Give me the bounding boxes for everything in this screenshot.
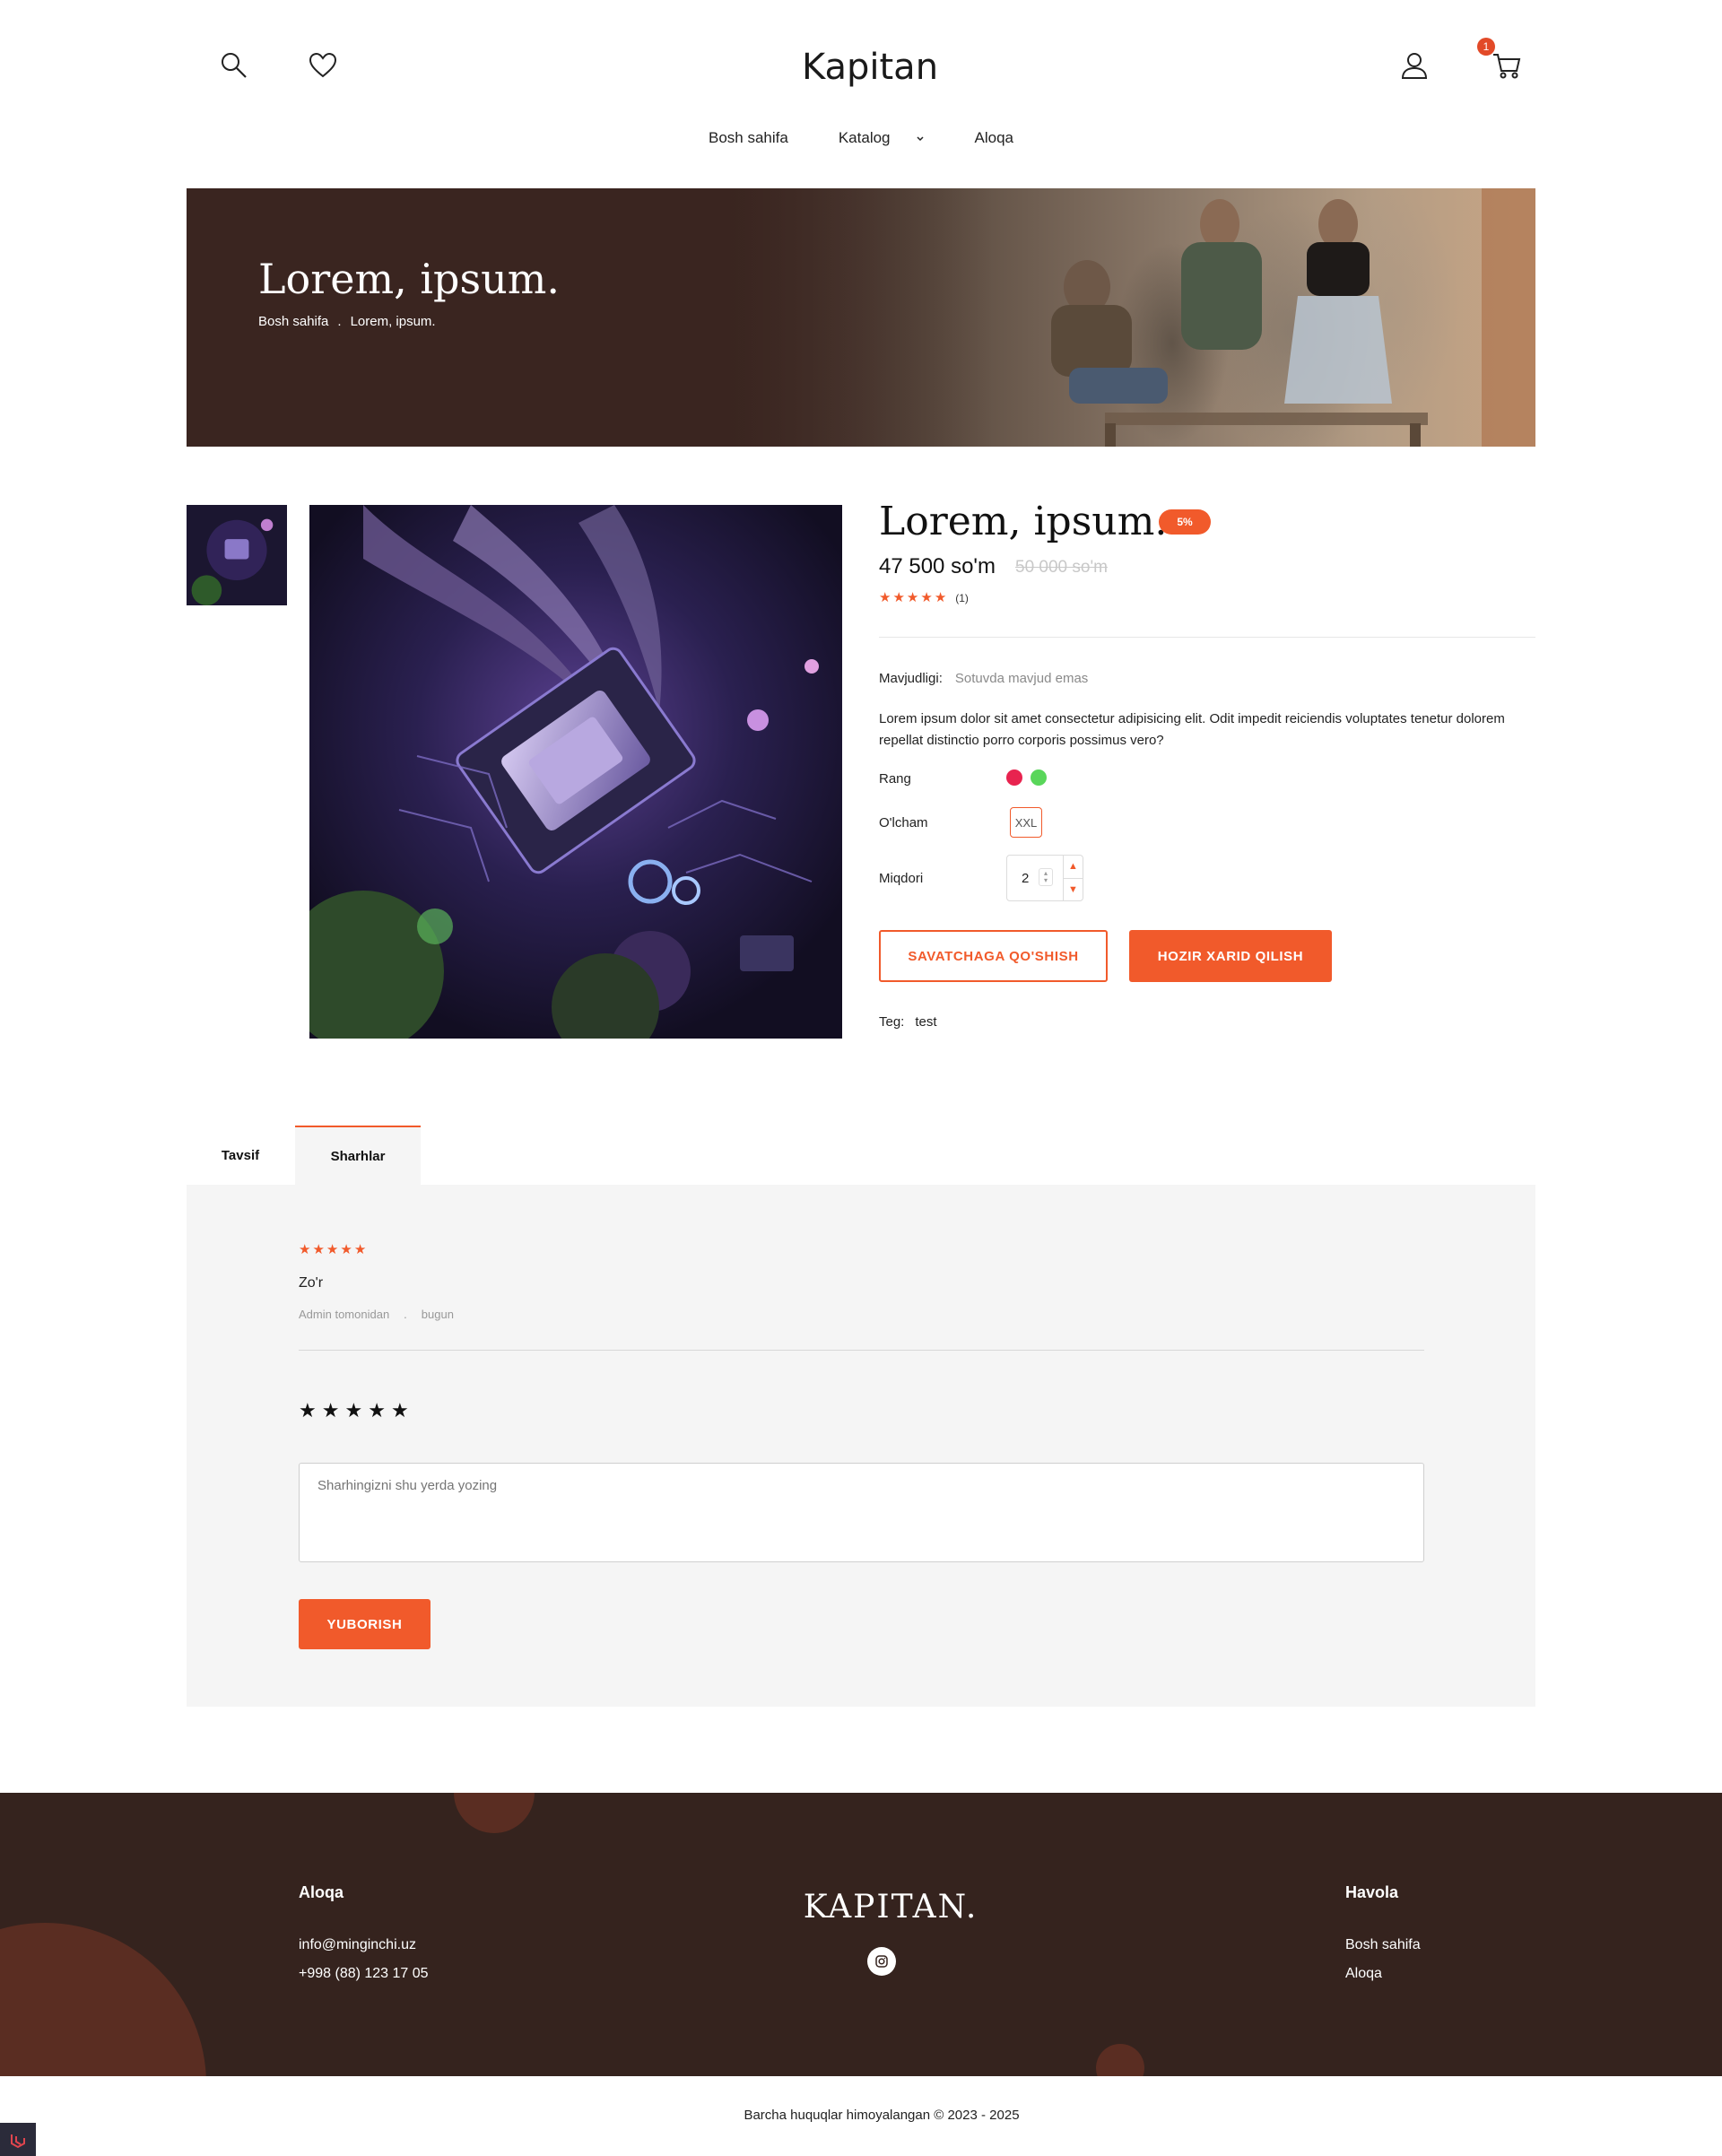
breadcrumb-home[interactable]: Bosh sahifa bbox=[258, 314, 328, 329]
review-text: Zo'r bbox=[299, 1275, 324, 1291]
star-icon: ★ bbox=[920, 590, 933, 605]
footer-logo[interactable]: KAPITAN. bbox=[789, 1889, 992, 1926]
availability: Mavjudligi: Sotuvda mavjud emas bbox=[879, 671, 1088, 686]
page-hero-banner: Lorem, ipsum. Bosh sahifa . Lorem, ipsum… bbox=[187, 188, 1535, 447]
color-label: Rang bbox=[879, 771, 911, 787]
review-date: bugun bbox=[421, 1308, 454, 1321]
divider bbox=[299, 1350, 1424, 1351]
color-swatch-green[interactable] bbox=[1031, 769, 1047, 786]
review-count[interactable]: (1) bbox=[955, 592, 969, 604]
submit-review-button[interactable]: YUBORISH bbox=[299, 1599, 430, 1649]
hero-title: Lorem, ipsum. bbox=[258, 255, 560, 303]
nav-item-catalog[interactable]: Katalog bbox=[839, 129, 925, 147]
user-icon[interactable] bbox=[1399, 50, 1430, 81]
chevron-down-icon bbox=[916, 129, 925, 147]
star-icon: ★ bbox=[906, 590, 919, 605]
footer-phone[interactable]: +998 (88) 123 17 05 bbox=[299, 1966, 429, 1982]
footer-contact-title: Aloqa bbox=[299, 1883, 344, 1901]
product-old-price: 50 000 so'm bbox=[1015, 558, 1108, 577]
review-meta: Admin tomonidan . bugun bbox=[299, 1308, 454, 1321]
tab-reviews[interactable]: Sharhlar bbox=[295, 1126, 421, 1185]
tag-link[interactable]: test bbox=[915, 1014, 936, 1030]
rate-star-2-icon[interactable]: ★ bbox=[322, 1401, 340, 1421]
cart-icon[interactable] bbox=[1491, 50, 1523, 81]
decorative-circle bbox=[454, 1793, 535, 1833]
nav-item-label: Aloqa bbox=[974, 129, 1013, 146]
footer-links-title: Havola bbox=[1345, 1883, 1399, 1901]
star-icon: ★ bbox=[879, 590, 891, 605]
instagram-icon[interactable] bbox=[867, 1947, 896, 1976]
tag-label: Teg: bbox=[879, 1014, 905, 1030]
review-rating: ★ ★ ★ ★ ★ bbox=[299, 1243, 366, 1256]
product-rating: ★ ★ ★ ★ ★ (1) bbox=[879, 591, 969, 604]
rate-star-1-icon[interactable]: ★ bbox=[299, 1401, 317, 1421]
color-swatch-red[interactable] bbox=[1006, 769, 1022, 786]
footer bbox=[0, 1793, 1722, 2076]
product-price: 47 500 so'm bbox=[879, 554, 996, 578]
decorative-circle bbox=[0, 1923, 206, 2076]
footer-link-home[interactable]: Bosh sahifa bbox=[1345, 1937, 1421, 1953]
footer-link-contact[interactable]: Aloqa bbox=[1345, 1966, 1382, 1982]
size-option-xxl[interactable]: XXL bbox=[1010, 807, 1042, 838]
quantity-label: Miqdori bbox=[879, 871, 924, 886]
star-icon: ★ bbox=[934, 590, 947, 605]
breadcrumb-current: Lorem, ipsum. bbox=[350, 314, 436, 329]
cart-count-badge: 1 bbox=[1477, 38, 1495, 56]
divider bbox=[879, 637, 1535, 638]
rate-star-4-icon[interactable]: ★ bbox=[368, 1401, 386, 1421]
quantity-increase-button[interactable]: ▲ bbox=[1064, 856, 1083, 879]
quantity-decrease-button[interactable]: ▼ bbox=[1064, 879, 1083, 901]
product-main-image[interactable] bbox=[309, 505, 842, 1039]
decorative-circle bbox=[1096, 2044, 1144, 2076]
nav-item-label: Bosh sahifa bbox=[709, 129, 788, 146]
review-author: Admin tomonidan bbox=[299, 1308, 390, 1321]
availability-value: Sotuvda mavjud emas bbox=[954, 671, 1089, 686]
product-title: Lorem, ipsum. bbox=[879, 499, 1168, 544]
buy-now-button[interactable]: HOZIR XARID QILISH bbox=[1129, 930, 1332, 982]
star-icon: ★ bbox=[340, 1242, 352, 1257]
rating-input: ★ ★ ★ ★ ★ bbox=[299, 1401, 409, 1421]
size-label: O'lcham bbox=[879, 815, 928, 830]
copyright: Barcha huquqlar himoyalangan © 2023 - 20… bbox=[744, 2108, 1020, 2123]
site-logo[interactable]: Kapitan bbox=[0, 47, 1722, 88]
review-meta-separator: . bbox=[404, 1308, 407, 1321]
quantity-spinner-icon[interactable]: ▴ ▾ bbox=[1039, 868, 1053, 886]
star-icon: ★ bbox=[299, 1242, 311, 1257]
breadcrumb: Bosh sahifa . Lorem, ipsum. bbox=[258, 314, 436, 329]
star-icon: ★ bbox=[353, 1242, 367, 1257]
product-description: Lorem ipsum dolor sit amet consectetur a… bbox=[879, 711, 1505, 748]
add-to-cart-button[interactable]: SAVATCHAGA QO'SHISH bbox=[879, 930, 1108, 982]
discount-badge: 5% bbox=[1159, 509, 1211, 535]
star-icon: ★ bbox=[892, 590, 905, 605]
breadcrumb-separator: . bbox=[337, 314, 342, 329]
main-nav: Bosh sahifa Katalog Aloqa bbox=[0, 129, 1722, 147]
debug-toolbar-icon[interactable] bbox=[0, 2123, 36, 2156]
product-thumbnail[interactable] bbox=[187, 505, 287, 605]
star-icon: ★ bbox=[326, 1242, 339, 1257]
nav-item-home[interactable]: Bosh sahifa bbox=[709, 129, 788, 147]
tab-description[interactable]: Tavsif bbox=[187, 1126, 294, 1185]
star-icon: ★ bbox=[312, 1242, 325, 1257]
rate-star-5-icon[interactable]: ★ bbox=[391, 1401, 409, 1421]
product-tags: Teg: test bbox=[879, 1014, 937, 1030]
footer-email[interactable]: info@minginchi.uz bbox=[299, 1937, 416, 1953]
rate-star-3-icon[interactable]: ★ bbox=[344, 1401, 362, 1421]
nav-item-contact[interactable]: Aloqa bbox=[975, 129, 1013, 147]
review-textarea[interactable] bbox=[299, 1463, 1424, 1562]
availability-label: Mavjudligi: bbox=[879, 671, 943, 686]
nav-item-label: Katalog bbox=[838, 129, 891, 146]
quantity-input[interactable] bbox=[1007, 856, 1063, 900]
